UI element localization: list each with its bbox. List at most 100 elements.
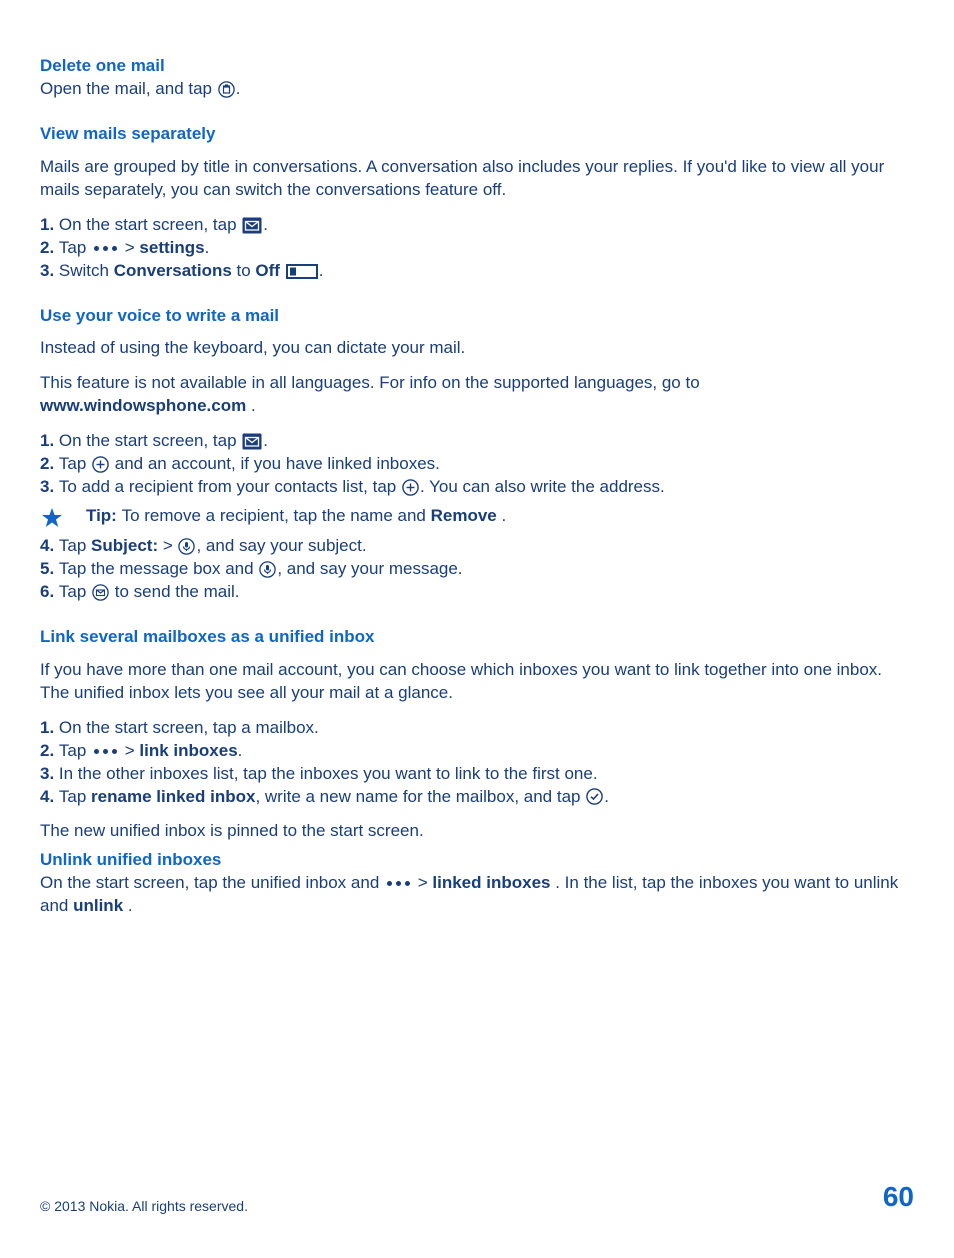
text-bold: Subject: (91, 535, 158, 558)
list-item: 3. To add a recipient from your contacts… (40, 476, 914, 499)
heading-use-voice: Use your voice to write a mail (40, 305, 914, 328)
list-number: 2. (40, 453, 59, 476)
list-number: 5. (40, 558, 59, 581)
text: On the start screen, tap a mailbox. (59, 717, 319, 740)
list-item: 3. Switch Conversations to Off . (40, 260, 914, 283)
text: > (418, 873, 433, 892)
list-item: 1. On the start screen, tap a mailbox. (40, 717, 914, 740)
text: In the other inboxes list, tap the inbox… (59, 763, 598, 786)
text: . (263, 214, 268, 237)
list-number: 3. (40, 260, 59, 283)
text: and an account, if you have linked inbox… (110, 453, 440, 476)
text: Switch (59, 260, 114, 283)
list-item: 5. Tap the message box and , and say you… (40, 558, 914, 581)
text: To remove a recipient, tap the name and (122, 506, 431, 525)
mail-tile-icon (242, 217, 262, 234)
text: On the start screen, tap (59, 430, 241, 453)
text: . (501, 506, 506, 525)
text: to send the mail. (110, 581, 239, 604)
text: Tap (59, 786, 91, 809)
list-number: 1. (40, 717, 59, 740)
text: , and say your message. (277, 558, 462, 581)
text: . (263, 430, 268, 453)
mail-tile-icon (242, 433, 262, 450)
text: To add a recipient from your contacts li… (59, 476, 401, 499)
list-number: 2. (40, 740, 59, 763)
microphone-circle-icon (259, 561, 276, 578)
text: . (128, 896, 133, 915)
text: , and say your subject. (196, 535, 366, 558)
plus-circle-icon (402, 479, 419, 496)
list-item: 6. Tap to send the mail. (40, 581, 914, 604)
tip-text: Tip: To remove a recipient, tap the name… (86, 505, 506, 528)
heading-unlink-inboxes: Unlink unified inboxes (40, 849, 914, 872)
page-number: 60 (883, 1178, 914, 1216)
list-number: 4. (40, 535, 59, 558)
paragraph: The new unified inbox is pinned to the s… (40, 820, 914, 843)
text: This feature is not available in all lan… (40, 373, 700, 392)
text: Tap (59, 740, 91, 763)
link-text: www.windowsphone.com (40, 396, 246, 415)
microphone-circle-icon (178, 538, 195, 555)
list-item: 2. Tap and an account, if you have linke… (40, 453, 914, 476)
list-item: 1. On the start screen, tap . (40, 214, 914, 237)
more-dots-icon (94, 246, 117, 251)
ordered-list: 1. On the start screen, tap . 2. Tap > s… (40, 214, 914, 283)
text: . (238, 740, 243, 763)
more-dots-icon (94, 749, 117, 754)
paragraph: On the start screen, tap the unified inb… (40, 872, 914, 918)
text: Tap (59, 237, 91, 260)
list-number: 3. (40, 763, 59, 786)
ordered-list: 4. Tap Subject: > , and say your subject… (40, 535, 914, 604)
text: , write a new name for the mailbox, and … (255, 786, 585, 809)
list-number: 1. (40, 214, 59, 237)
list-number: 6. (40, 581, 59, 604)
text: . (205, 237, 210, 260)
list-number: 1. (40, 430, 59, 453)
paragraph: Instead of using the keyboard, you can d… (40, 337, 914, 360)
list-item: 3. In the other inboxes list, tap the in… (40, 763, 914, 786)
more-dots-icon (387, 881, 410, 886)
send-mail-circle-icon (92, 584, 109, 601)
text: Tap the message box and (59, 558, 258, 581)
text-bold: Remove (431, 506, 497, 525)
text-bold: linked inboxes (432, 873, 550, 892)
text: > (120, 740, 139, 763)
star-icon (41, 507, 63, 529)
text-bold: link inboxes (139, 740, 237, 763)
page-footer: © 2013 Nokia. All rights reserved. 60 (40, 1178, 914, 1216)
text-bold: unlink (73, 896, 123, 915)
text: Tap (59, 581, 91, 604)
text-bold: Conversations (114, 260, 232, 283)
toggle-off-icon (286, 264, 318, 279)
list-item: 4. Tap rename linked inbox , write a new… (40, 786, 914, 809)
text: > (158, 535, 177, 558)
text: Tap (59, 453, 91, 476)
list-item: 4. Tap Subject: > , and say your subject… (40, 535, 914, 558)
heading-link-mailboxes: Link several mailboxes as a unified inbo… (40, 626, 914, 649)
check-circle-icon (586, 788, 603, 805)
heading-view-mails-separately: View mails separately (40, 123, 914, 146)
heading-delete-one-mail: Delete one mail (40, 55, 914, 78)
tip-label: Tip: (86, 506, 122, 525)
list-item: 2. Tap > settings . (40, 237, 914, 260)
text: Open the mail, and tap (40, 78, 217, 101)
list-item: 1. On the start screen, tap . (40, 430, 914, 453)
copyright-text: © 2013 Nokia. All rights reserved. (40, 1197, 248, 1216)
tip-block: Tip: To remove a recipient, tap the name… (40, 505, 914, 529)
text: On the start screen, tap the unified inb… (40, 873, 384, 892)
text: On the start screen, tap (59, 214, 241, 237)
page-content: Delete one mail Open the mail, and tap .… (0, 0, 954, 918)
list-number: 4. (40, 786, 59, 809)
text-bold: settings (139, 237, 204, 260)
plus-circle-icon (92, 456, 109, 473)
paragraph: Open the mail, and tap . (40, 78, 914, 101)
list-item: 2. Tap > link inboxes . (40, 740, 914, 763)
paragraph: This feature is not available in all lan… (40, 372, 914, 418)
ordered-list: 1. On the start screen, tap . 2. Tap and… (40, 430, 914, 499)
text: Tap (59, 535, 91, 558)
text: . (236, 78, 241, 101)
text: > (120, 237, 139, 260)
paragraph: If you have more than one mail account, … (40, 659, 914, 705)
text: . You can also write the address. (420, 476, 665, 499)
